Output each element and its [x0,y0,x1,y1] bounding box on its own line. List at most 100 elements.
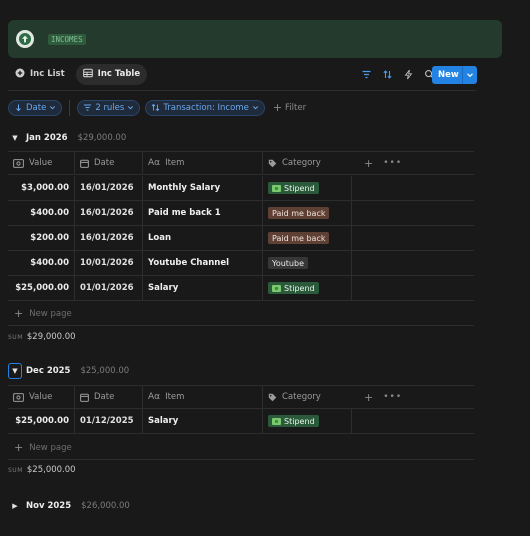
banknote-icon [13,158,24,168]
tag-icon [268,159,277,167]
item-cell[interactable]: Loan [142,225,262,251]
category-tag: Paid me back [268,232,330,244]
chevron-down-icon [128,106,134,110]
sum-label: SUM [8,466,23,474]
table-icon [82,68,93,81]
add-filter-button[interactable]: + Filter [273,101,306,114]
add-filter-label: Filter [285,102,307,113]
value-cell[interactable]: $25,000.00 [8,409,74,434]
divider [8,90,476,91]
plus-icon: + [14,441,24,454]
more-options-icon[interactable]: ••• [383,158,402,168]
group-sum: $29,000.00 [77,133,127,143]
category-cell[interactable]: Paid me back [262,200,352,226]
new-button[interactable]: New [432,66,477,84]
group-header: ▼ Jan 2026 $29,000.00 [8,130,126,146]
filter-icon[interactable] [360,68,372,80]
chevron-down-icon [252,106,258,110]
group-sum: $26,000.00 [81,501,130,511]
date-cell[interactable]: 01/01/2026 [74,275,142,301]
group-name: Dec 2025 [26,366,71,376]
table-header: Value Date Aα Item Category + ••• [8,151,474,175]
date-cell[interactable]: 01/12/2025 [74,408,142,434]
plus-circle-icon [15,68,25,81]
date-cell[interactable]: 16/01/2026 [74,200,142,226]
group-header: ▶ Nov 2025 $26,000.00 [8,498,130,514]
category-cell[interactable]: Stipend [262,275,352,301]
sort-arrow-icon [16,104,21,112]
sum-value: $25,000.00 [26,465,76,475]
tab-inc-list[interactable]: Inc List [8,64,72,85]
table-row[interactable]: $200.00 16/01/2026 Loan Paid me back [8,225,474,251]
table-row[interactable]: $400.00 10/01/2026 Youtube Channel Youtube [8,250,474,276]
money-icon [272,184,281,192]
title-aa-icon: Aα [148,392,161,402]
rules-chip-label: 2 rules [95,102,125,113]
table-row[interactable]: $25,000.00 01/01/2026 Salary Stipend [8,275,474,301]
banknote-icon [13,392,24,402]
chevron-down-icon [50,106,56,110]
sum-label: SUM [8,333,23,341]
sort-icon[interactable] [381,68,393,80]
item-cell[interactable]: Salary [142,275,262,301]
more-options-icon[interactable]: ••• [383,392,402,402]
chevron-down-icon[interactable] [463,71,477,79]
column-header-date[interactable]: Date [74,151,142,175]
group-name: Nov 2025 [26,501,72,511]
add-column-plus-icon[interactable]: + [364,157,373,170]
column-header-item[interactable]: Aα Item [142,385,262,409]
tag-icon [268,393,277,401]
rules-chip[interactable]: 2 rules [77,99,141,116]
table-row[interactable]: $25,000.00 01/12/2025 Salary Stipend [8,408,474,434]
triangle-right-icon[interactable]: ▶ [8,498,22,514]
group-header: ▼ Dec 2025 $25,000.00 [8,363,129,379]
category-tag: Stipend [268,282,319,294]
column-header-value[interactable]: Value [8,151,74,175]
item-cell[interactable]: Monthly Salary [142,175,262,201]
tab-inc-table[interactable]: Inc Table [75,63,148,85]
category-cell[interactable]: Youtube [262,250,352,276]
date-cell[interactable]: 16/01/2026 [74,175,142,201]
value-cell[interactable]: $3,000.00 [8,176,74,201]
new-page-button[interactable]: + New page [14,441,72,454]
automation-bolt-icon[interactable] [402,68,414,80]
column-header-item[interactable]: Aα Item [142,151,262,175]
add-column-plus-icon[interactable]: + [364,391,373,404]
column-header-value[interactable]: Value [8,385,74,409]
triangle-down-icon[interactable]: ▼ [8,363,22,379]
transaction-chip[interactable]: Transaction: Income [145,99,265,116]
item-cell[interactable]: Salary [142,408,262,434]
value-cell[interactable]: $200.00 [8,226,74,251]
sum-row: SUM $25,000.00 [8,465,76,475]
category-cell[interactable]: Stipend [262,408,352,434]
view-tabs: Inc List Inc Table [8,63,148,85]
table-header: Value Date Aα Item Category + ••• [8,385,474,409]
swap-arrows-icon [152,103,160,112]
sort-chip[interactable]: Date [8,99,63,116]
category-cell[interactable]: Paid me back [262,225,352,251]
title-aa-icon: Aα [148,158,161,168]
sum-value: $29,000.00 [26,332,76,342]
value-cell[interactable]: $400.00 [8,201,74,226]
table-row[interactable]: $400.00 16/01/2026 Paid me back 1 Paid me b… [8,200,474,226]
tab-label: Inc List [30,69,65,79]
calendar-icon [80,159,89,168]
item-cell[interactable]: Youtube Channel [142,250,262,276]
date-cell[interactable]: 10/01/2026 [74,250,142,276]
value-cell[interactable]: $25,000.00 [8,276,74,301]
item-cell[interactable]: Paid me back 1 [142,200,262,226]
column-header-category[interactable]: Category [262,151,352,175]
category-cell[interactable]: Stipend [262,175,352,201]
filter-bar: Date 2 rules Transaction: Income + Filte… [8,99,306,116]
value-cell[interactable]: $400.00 [8,251,74,276]
table-row[interactable]: $3,000.00 16/01/2026 Monthly Salary Stipend [8,175,474,201]
date-cell[interactable]: 16/01/2026 [74,225,142,251]
column-header-date[interactable]: Date [74,385,142,409]
column-header-category[interactable]: Category [262,385,352,409]
triangle-down-icon[interactable]: ▼ [8,130,22,146]
group-sum: $25,000.00 [80,366,130,376]
category-tag: Paid me back [268,207,330,219]
new-page-button[interactable]: + New page [14,307,72,320]
sum-row: SUM $29,000.00 [8,332,76,342]
tab-label: Inc Table [97,69,141,79]
